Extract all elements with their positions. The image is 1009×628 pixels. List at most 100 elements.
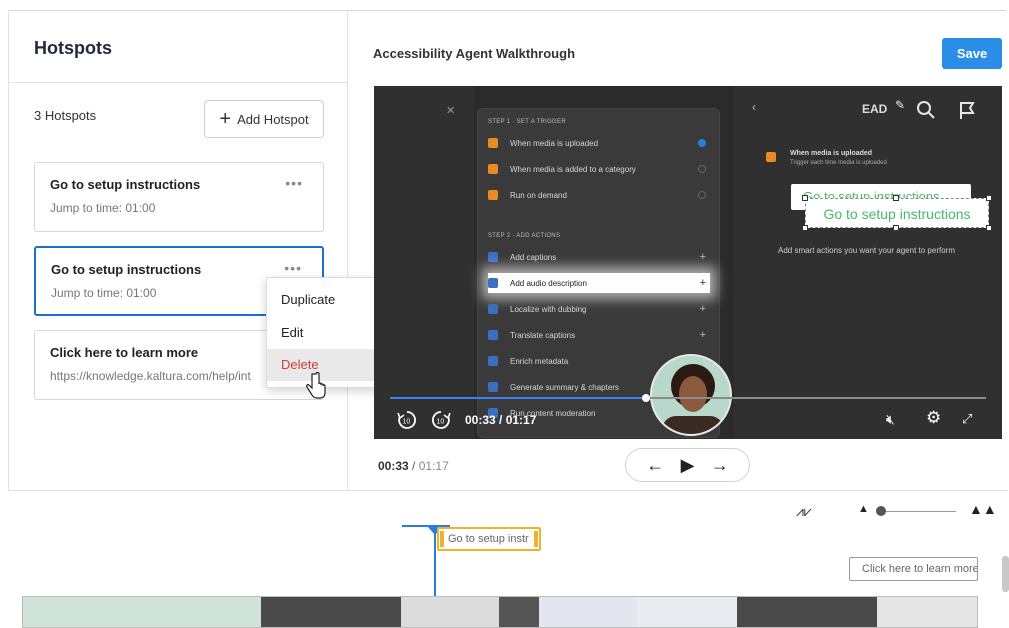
- hotspot-count: 3 Hotspots: [34, 108, 97, 123]
- resize-handle[interactable]: [893, 195, 899, 201]
- resize-handle[interactable]: [986, 225, 992, 231]
- add-icon: +: [699, 277, 706, 289]
- more-options-icon[interactable]: •••: [285, 175, 303, 191]
- search-icon: [917, 101, 935, 119]
- plus-icon: +: [219, 108, 232, 130]
- video-right-pane: [734, 86, 1002, 439]
- video-filmstrip[interactable]: [22, 596, 978, 628]
- hotspot-title: Click here to learn more: [50, 345, 199, 360]
- waveform-icon[interactable]: ⩘⩗: [796, 503, 812, 520]
- flag-icon: [960, 102, 975, 119]
- action-label: Localize with dubbing: [510, 304, 587, 314]
- filmstrip-frame: [499, 597, 539, 627]
- hotspot-card[interactable]: Go to setup instructions Jump to time: 0…: [34, 162, 324, 232]
- resize-handle[interactable]: [802, 225, 808, 231]
- zoom-slider-knob[interactable]: [876, 506, 886, 516]
- trim-handle-left[interactable]: [440, 531, 444, 547]
- action-row-highlighted: Add audio description +: [488, 273, 710, 293]
- timeline-hotspot-label: Go to setup instr: [448, 533, 529, 545]
- step1-header: STEP 1 · SET A TRIGGER: [488, 119, 566, 125]
- hand-cursor-icon: [306, 372, 326, 399]
- add-hotspot-button[interactable]: + Add Hotspot: [204, 100, 324, 138]
- action-icon: [488, 304, 498, 314]
- radio-icon: [698, 191, 706, 199]
- timeline-hotspot-selected[interactable]: Go to setup instr: [437, 527, 541, 551]
- hotspot-subtitle: Jump to time: 01:00: [50, 201, 156, 215]
- video-time: 00:33 / 01:17: [465, 413, 537, 427]
- action-icon: [488, 382, 498, 392]
- fullscreen-icon[interactable]: ⤢: [962, 411, 972, 427]
- zoom-out-icon[interactable]: ▲: [858, 503, 869, 515]
- video-title: Accessibility Agent Walkthrough: [373, 46, 576, 61]
- hotspot-overlay-text[interactable]: Go to setup instructions: [805, 198, 989, 228]
- hotspot-title: Go to setup instructions: [50, 177, 201, 192]
- zoom-in-icon[interactable]: ▲▲: [969, 501, 997, 517]
- resize-handle[interactable]: [802, 195, 808, 201]
- svg-text:10: 10: [437, 419, 445, 426]
- trigger-row: Run on demand: [488, 185, 710, 205]
- settings-hd-icon[interactable]: ⚙: [926, 408, 941, 428]
- action-label: Enrich metadata: [510, 356, 569, 366]
- video-dim-area: [374, 86, 474, 439]
- action-icon: [488, 356, 498, 366]
- panel-title: Hotspots: [34, 38, 112, 58]
- bolt-icon: [488, 164, 498, 174]
- playback-time: 00:33 / 01:17: [378, 459, 449, 473]
- action-label: Generate summary & chapters: [510, 382, 619, 392]
- action-icon: [488, 278, 498, 288]
- hotspot-url: https://knowledge.kaltura.com/help/int: [50, 369, 251, 383]
- resize-handle[interactable]: [986, 195, 992, 201]
- action-row: Add captions +: [488, 247, 710, 267]
- trim-handle-right[interactable]: [534, 531, 538, 547]
- bolt-icon: [488, 138, 498, 148]
- play-icon[interactable]: ▶: [681, 455, 695, 476]
- add-icon: +: [699, 329, 706, 341]
- resize-handle[interactable]: [893, 225, 899, 231]
- rewind-10-icon[interactable]: 10: [396, 409, 418, 431]
- mute-icon[interactable]: 🔇︎: [886, 411, 895, 428]
- timeline-hotspot[interactable]: Click here to learn more: [849, 557, 978, 581]
- action-label: Translate captions: [510, 330, 576, 340]
- hotspot-editor: Hotspots 3 Hotspots + Add Hotspot Go to …: [0, 0, 1009, 628]
- total-time: 01:17: [418, 459, 449, 473]
- video-hotspot[interactable]: Go to setup instructions Go to setup ins…: [791, 184, 992, 231]
- next-arrow-icon[interactable]: →: [711, 455, 729, 476]
- trigger-label: When media is uploaded: [510, 138, 599, 148]
- trigger-label: Run on demand: [510, 190, 567, 200]
- add-icon: +: [699, 251, 706, 263]
- zoom-slider-track[interactable]: [878, 511, 956, 512]
- filmstrip-frame: [877, 597, 977, 627]
- bolt-icon: [488, 190, 498, 200]
- trigger-label: When media is added to a category: [510, 164, 636, 174]
- filmstrip-frame: [261, 597, 401, 627]
- bolt-icon: [766, 152, 776, 162]
- radio-icon: [698, 139, 706, 147]
- presenter-avatar: [650, 354, 732, 436]
- time-separator: /: [412, 459, 416, 473]
- video-player[interactable]: ✕ STEP 1 · SET A TRIGGER When media is u…: [374, 86, 1002, 439]
- action-row: Localize with dubbing +: [488, 299, 710, 319]
- step2-header: STEP 2 · ADD ACTIONS: [488, 233, 561, 239]
- filmstrip-frame: [23, 597, 261, 627]
- hotspots-panel: Hotspots 3 Hotspots + Add Hotspot Go to …: [8, 10, 348, 490]
- hotspot-title: Go to setup instructions: [51, 262, 202, 277]
- trigger-title: When media is uploaded: [790, 150, 873, 157]
- more-options-icon[interactable]: •••: [284, 260, 302, 276]
- previous-arrow-icon[interactable]: ←: [646, 455, 664, 476]
- ead-label: EAD: [862, 102, 888, 116]
- forward-10-icon[interactable]: 10: [430, 409, 452, 431]
- playback-controls: ← ▶ →: [625, 448, 750, 482]
- save-button[interactable]: Save: [942, 38, 1002, 69]
- add-hotspot-label: Add Hotspot: [237, 111, 309, 127]
- trigger-row: When media is uploaded: [488, 133, 710, 153]
- filmstrip-frame: [637, 597, 737, 627]
- current-time: 00:33: [378, 459, 409, 473]
- filmstrip-frame: [401, 597, 499, 627]
- timeline-scrollbar[interactable]: [1002, 556, 1009, 592]
- add-icon: +: [699, 303, 706, 315]
- svg-text:10: 10: [403, 419, 411, 426]
- pencil-icon: ✎: [895, 98, 906, 112]
- timeline-divider: [8, 490, 1008, 491]
- action-label: Add captions: [510, 252, 557, 262]
- action-icon: [488, 252, 498, 262]
